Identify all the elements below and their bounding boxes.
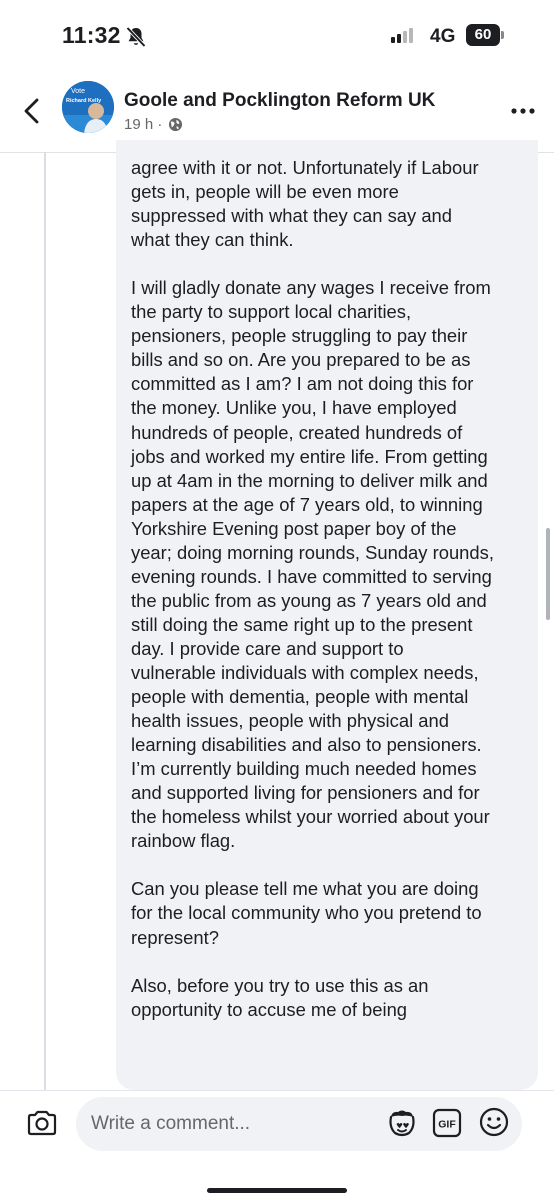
- back-arrow-icon[interactable]: [18, 96, 48, 126]
- globe-icon: [169, 117, 183, 132]
- battery-level: 60: [474, 26, 492, 43]
- gif-icon[interactable]: GIF: [432, 1108, 462, 1138]
- gif-label: GIF: [438, 1119, 456, 1131]
- network-type: 4G: [430, 26, 456, 47]
- emoji-icon[interactable]: [478, 1106, 510, 1138]
- post-meta: 19 h ·: [124, 116, 183, 133]
- bell-slash-icon: [126, 26, 146, 48]
- home-indicator[interactable]: [207, 1188, 347, 1193]
- status-bar: 11:32 4G 60: [0, 0, 554, 72]
- reply-thread-line: [44, 152, 46, 1090]
- more-options-icon[interactable]: [510, 106, 536, 116]
- comment-text: agree with it or not. Unfortunately if L…: [131, 157, 494, 1020]
- status-time: 11:32: [62, 22, 121, 48]
- avatar-sticker-icon[interactable]: [386, 1107, 418, 1139]
- scrollbar[interactable]: [546, 528, 550, 620]
- post-time: 19 h ·: [124, 116, 163, 133]
- avatar-vote-text: Vote: [71, 88, 85, 95]
- avatar-name-text: Richard Kelly: [66, 98, 102, 104]
- camera-icon[interactable]: [26, 1109, 58, 1137]
- comment-bubble[interactable]: agree with it or not. Unfortunately if L…: [116, 140, 538, 1090]
- group-avatar[interactable]: Vote Richard Kelly: [62, 81, 114, 133]
- group-name[interactable]: Goole and Pocklington Reform UK: [124, 90, 435, 112]
- comment-composer: GIF: [0, 1090, 554, 1201]
- battery-icon: 60: [466, 24, 504, 46]
